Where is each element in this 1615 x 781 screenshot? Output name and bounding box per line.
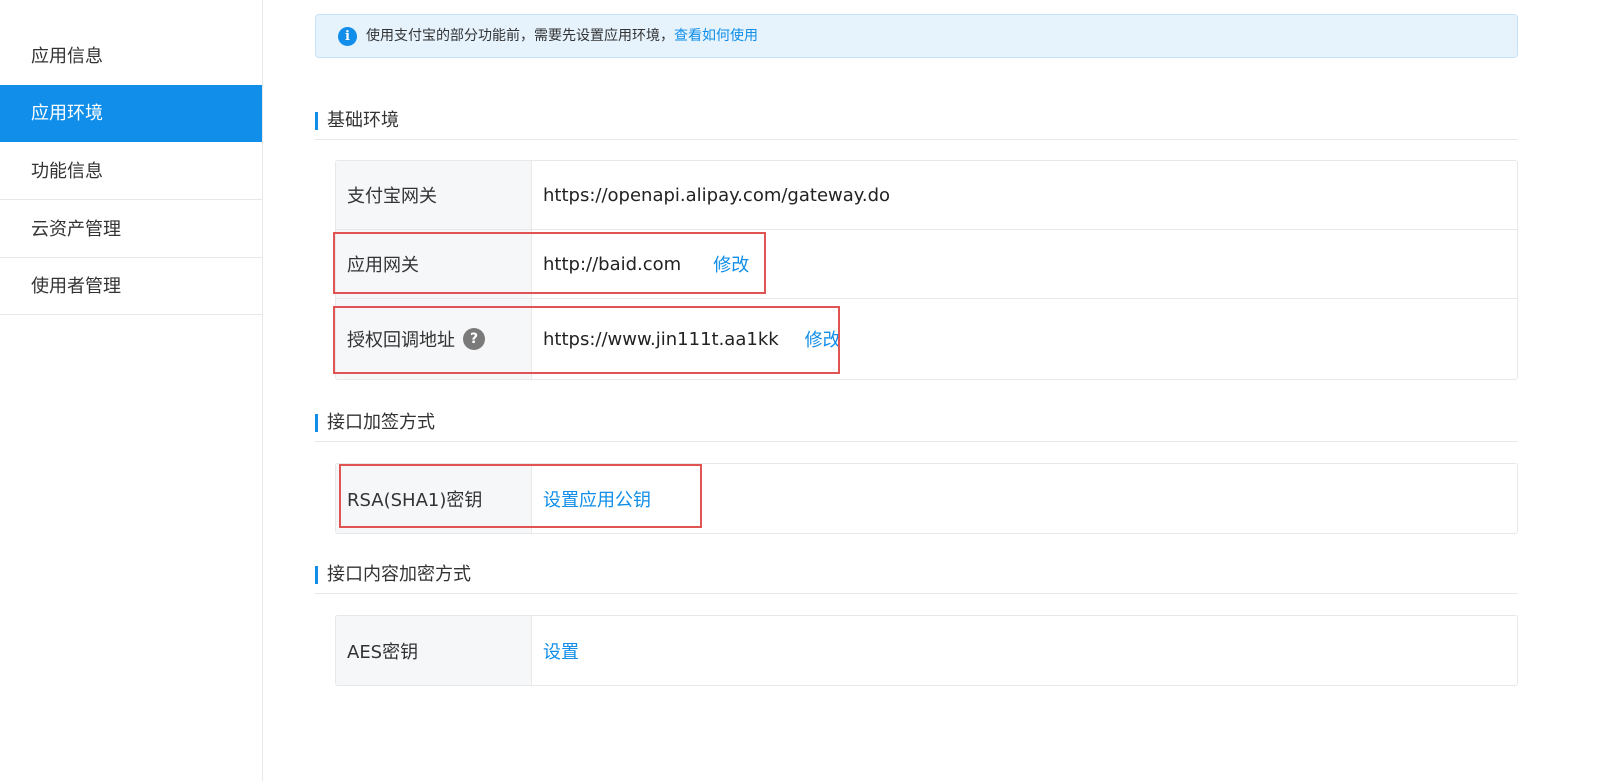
section-title-basic-environment: 基础环境 xyxy=(315,108,1518,140)
sidebar-item-cloud-assets[interactable]: 云资产管理 xyxy=(0,201,262,258)
callback-url-label: 授权回调地址 xyxy=(347,330,455,351)
sidebar-item-function-info[interactable]: 功能信息 xyxy=(0,143,262,200)
section-title-signing-method: 接口加签方式 xyxy=(315,410,1518,442)
basic-environment-table: 支付宝网关 https://openapi.alipay.com/gateway… xyxy=(335,160,1518,380)
table-row: AES密钥 设置 xyxy=(336,616,1517,685)
notice-text: 使用支付宝的部分功能前，需要先设置应用环境， xyxy=(366,28,674,44)
row-label: AES密钥 xyxy=(336,616,532,685)
sidebar-item-user-management[interactable]: 使用者管理 xyxy=(0,258,262,315)
sidebar-item-app-environment[interactable]: 应用环境 xyxy=(0,85,262,142)
row-label: 支付宝网关 xyxy=(336,161,532,229)
table-row: 应用网关 http://baid.com 修改 xyxy=(336,230,1517,299)
set-app-public-key-link[interactable]: 设置应用公钥 xyxy=(543,486,651,512)
table-row: 支付宝网关 https://openapi.alipay.com/gateway… xyxy=(336,161,1517,230)
info-icon: i xyxy=(338,27,357,46)
main-content: i 使用支付宝的部分功能前，需要先设置应用环境，查看如何使用 基础环境 支付宝网… xyxy=(263,0,1615,781)
table-row: RSA(SHA1)密钥 设置应用公钥 xyxy=(336,464,1517,533)
callback-url-value: https://www.jin111t.aa1kk xyxy=(543,328,779,350)
encryption-method-table: AES密钥 设置 xyxy=(335,615,1518,686)
how-to-use-link[interactable]: 查看如何使用 xyxy=(674,28,758,44)
edit-app-gateway-link[interactable]: 修改 xyxy=(713,251,749,277)
row-value: http://baid.com 修改 xyxy=(532,230,1517,298)
edit-callback-url-link[interactable]: 修改 xyxy=(805,326,841,352)
alipay-gateway-value: https://openapi.alipay.com/gateway.do xyxy=(543,184,891,206)
row-value: 设置应用公钥 xyxy=(532,464,1517,533)
set-aes-key-link[interactable]: 设置 xyxy=(543,638,579,664)
section-title-encryption-method: 接口内容加密方式 xyxy=(315,562,1518,594)
info-notice: i 使用支付宝的部分功能前，需要先设置应用环境，查看如何使用 xyxy=(315,14,1518,58)
row-label: 授权回调地址 ? xyxy=(336,299,532,379)
row-label: RSA(SHA1)密钥 xyxy=(336,464,532,533)
help-icon[interactable]: ? xyxy=(463,328,485,350)
table-row: 授权回调地址 ? https://www.jin111t.aa1kk 修改 xyxy=(336,299,1517,379)
row-value: https://openapi.alipay.com/gateway.do xyxy=(532,161,1517,229)
app-gateway-value: http://baid.com xyxy=(543,253,682,275)
sidebar: 应用信息 应用环境 功能信息 云资产管理 使用者管理 xyxy=(0,0,263,781)
row-value: https://www.jin111t.aa1kk 修改 xyxy=(532,299,1517,379)
sidebar-item-app-info[interactable]: 应用信息 xyxy=(0,28,262,85)
signing-method-table: RSA(SHA1)密钥 设置应用公钥 xyxy=(335,463,1518,534)
row-label: 应用网关 xyxy=(336,230,532,298)
row-value: 设置 xyxy=(532,616,1517,685)
